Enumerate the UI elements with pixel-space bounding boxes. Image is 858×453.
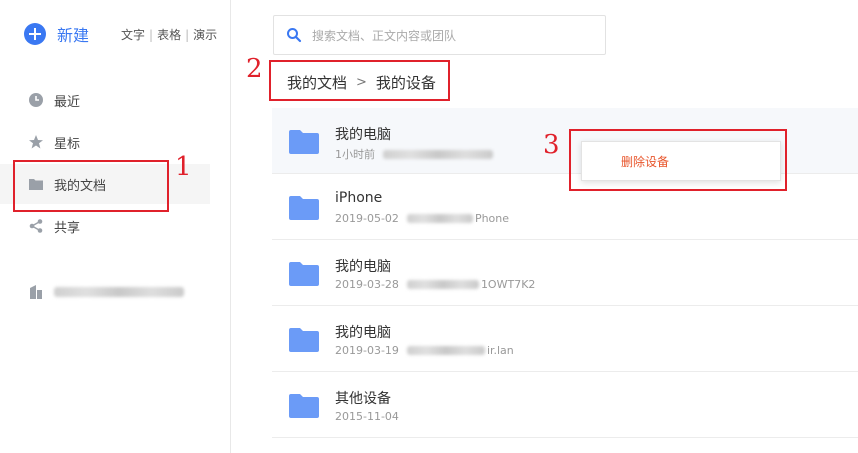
new-slides-link[interactable]: 演示	[193, 26, 217, 43]
new-text-link[interactable]: 文字	[121, 26, 145, 43]
device-id-suffix: Phone	[474, 212, 510, 225]
star-icon	[29, 135, 43, 149]
file-date: 2019-05-02	[335, 212, 399, 225]
new-button[interactable]: 新建	[24, 22, 89, 46]
list-item[interactable]: 我的电脑 2019-03-28 1OWT7K2	[272, 240, 858, 306]
folder-icon	[289, 328, 319, 352]
file-name: 我的电脑	[335, 259, 391, 275]
file-date: 2019-03-28	[335, 278, 399, 291]
file-name: 我的电脑	[335, 127, 391, 143]
device-id-suffix: 1OWT7K2	[480, 278, 536, 291]
redacted-device-id	[406, 280, 479, 289]
file-date: 1小时前	[335, 148, 375, 161]
redacted-team-name	[54, 287, 184, 297]
annotation-box-3	[569, 129, 787, 191]
sidebar-item-label: 共享	[54, 220, 81, 236]
file-name: 其他设备	[335, 391, 391, 407]
file-meta: 2019-03-19 ir.lan	[335, 344, 514, 357]
folder-icon	[289, 196, 319, 220]
annotation-box-2	[269, 60, 450, 101]
divider: |	[185, 27, 190, 42]
file-meta: 2015-11-04	[335, 410, 399, 423]
folder-icon	[289, 262, 319, 286]
folder-icon	[289, 130, 319, 154]
file-meta: 2019-05-02 Phone	[335, 212, 509, 225]
annotation-number-2: 2	[246, 54, 263, 84]
redacted-device-id	[406, 346, 485, 355]
new-label[interactable]: 新建	[57, 22, 89, 46]
list-item[interactable]: 我的电脑 2019-03-19 ir.lan	[272, 306, 858, 372]
new-sheet-link[interactable]: 表格	[157, 26, 181, 43]
quick-create-links: 文字 | 表格 | 演示	[121, 26, 217, 43]
sidebar: 新建 文字 | 表格 | 演示 最近 星标 我的文档 共享	[0, 0, 231, 453]
device-id-suffix: ir.lan	[486, 344, 514, 357]
annotation-box-1	[13, 160, 169, 212]
plus-circle-icon[interactable]	[24, 23, 46, 45]
divider: |	[149, 27, 154, 42]
redacted-device-id	[406, 214, 473, 223]
search-input[interactable]	[310, 25, 594, 47]
search-icon	[287, 28, 302, 43]
sidebar-item-label: 最近	[54, 94, 81, 110]
search-box[interactable]	[273, 15, 606, 55]
annotation-number-3: 3	[543, 130, 560, 160]
sidebar-item-recent[interactable]: 最近	[0, 80, 210, 120]
annotation-number-1: 1	[175, 152, 192, 182]
file-name: 我的电脑	[335, 325, 391, 341]
redacted-device-id	[383, 149, 493, 159]
file-meta: 2019-03-28 1OWT7K2	[335, 278, 535, 291]
clock-icon	[29, 93, 43, 107]
share-icon	[29, 219, 43, 233]
sidebar-item-shared[interactable]: 共享	[0, 206, 210, 246]
file-name: iPhone	[335, 190, 383, 206]
sidebar-item-label: 星标	[54, 136, 81, 152]
sidebar-item-team[interactable]	[28, 283, 190, 301]
file-date: 2019-03-19	[335, 344, 399, 357]
folder-icon	[289, 394, 319, 418]
file-meta: 1小时前	[335, 146, 495, 162]
building-icon	[30, 285, 42, 299]
file-date: 2015-11-04	[335, 410, 399, 423]
list-item[interactable]: 其他设备 2015-11-04	[272, 372, 858, 438]
